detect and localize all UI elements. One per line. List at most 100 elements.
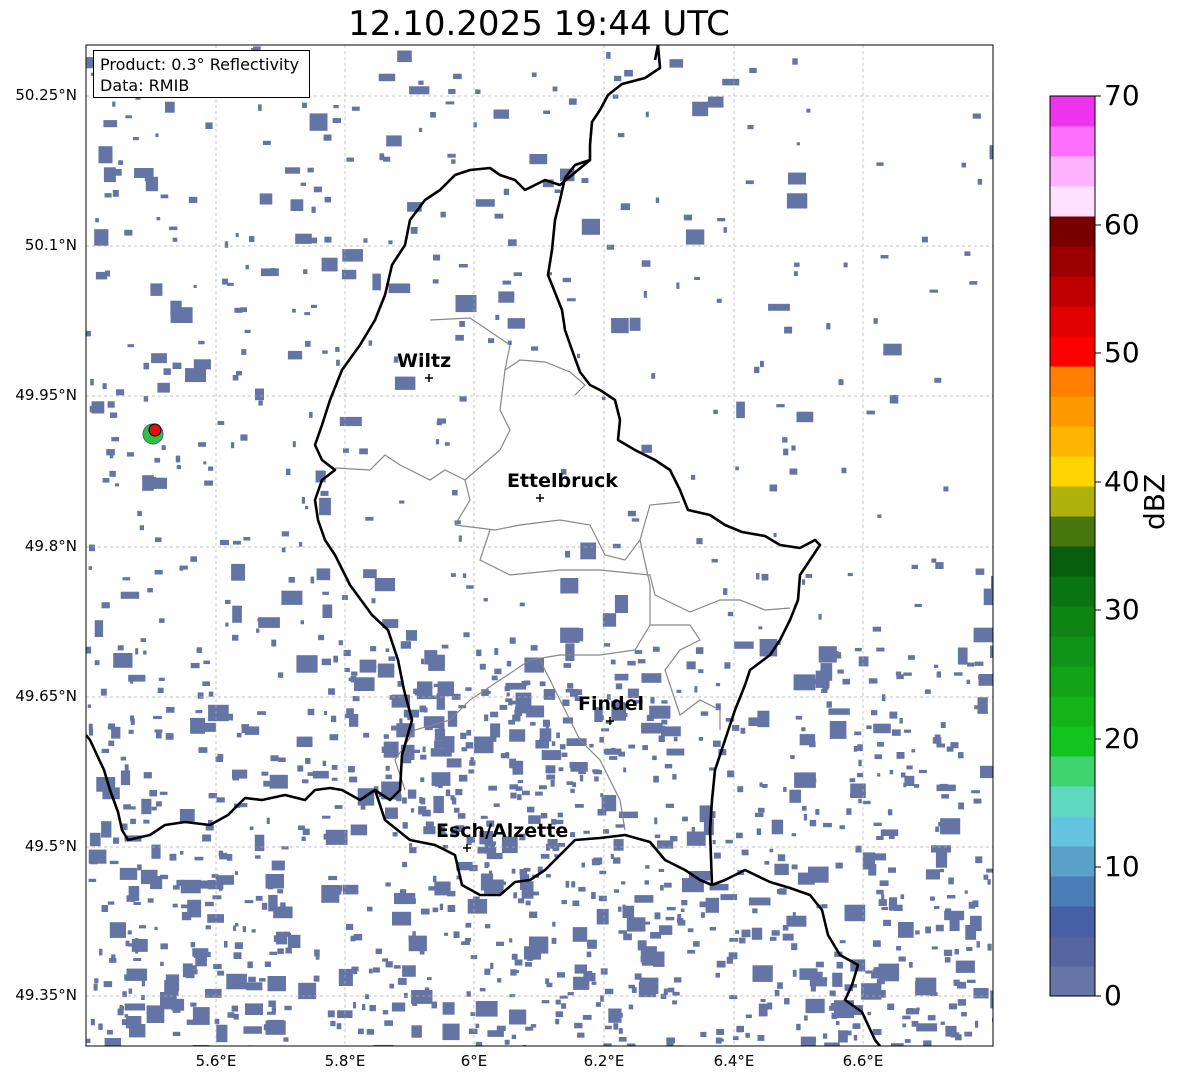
echo-cell [370, 646, 377, 652]
echo-cell [983, 588, 993, 606]
echo-cell [687, 949, 696, 954]
echo-cell [265, 1020, 286, 1035]
echo-cell [418, 80, 424, 85]
echo-cell [878, 963, 900, 982]
echo-cell [130, 818, 136, 825]
echo-cell [973, 627, 993, 643]
echo-cell [525, 900, 531, 906]
echo-cell [366, 1029, 374, 1035]
echo-cell [653, 775, 659, 783]
echo-cell [234, 307, 243, 313]
echo-cell [958, 802, 964, 810]
echo-cell [826, 701, 832, 708]
echo-cell [618, 1037, 627, 1042]
echo-cell [498, 291, 515, 303]
lat-tick-label: 49.65°N [15, 687, 77, 705]
echo-cell [190, 942, 196, 948]
echo-cell [906, 765, 913, 770]
echo-cell [936, 784, 956, 792]
echo-cell [720, 1038, 724, 1042]
echo-cell [338, 968, 353, 986]
echo-cell [591, 981, 597, 985]
echo-cell [193, 359, 211, 370]
echo-cell [112, 101, 116, 107]
echo-cell [437, 681, 454, 697]
echo-cell [735, 466, 739, 471]
echo-cell [972, 113, 981, 119]
echo-cell [518, 898, 525, 904]
echo-cell [412, 931, 416, 939]
echo-cell [577, 353, 580, 359]
echo-cell [881, 907, 889, 911]
echo-cell [836, 981, 841, 987]
colorbar-segment [1050, 216, 1095, 247]
colorbar-segment [1050, 126, 1095, 157]
echo-cell [86, 330, 91, 337]
echo-cell [479, 988, 486, 992]
map-background [86, 45, 993, 1046]
echo-cell [328, 688, 335, 695]
echo-cell [156, 801, 162, 807]
echo-cell [114, 483, 120, 487]
echo-cell [911, 564, 918, 569]
lon-tick-label: 5.8°E [324, 1052, 366, 1070]
echo-cell [107, 901, 115, 905]
echo-cell [381, 746, 390, 753]
echo-cell [188, 965, 197, 970]
echo-cell [120, 591, 140, 599]
echo-cell [724, 662, 731, 669]
colorbar-segment [1050, 816, 1095, 847]
colorbar-segment [1050, 276, 1095, 307]
echo-cell [300, 620, 304, 625]
echo-cell [313, 975, 320, 982]
echo-cell [819, 977, 828, 982]
echo-cell [261, 902, 268, 910]
echo-cell [934, 734, 941, 738]
echo-cell [466, 729, 472, 736]
echo-cell [527, 806, 535, 813]
echo-cell [490, 711, 499, 718]
echo-cell [872, 626, 882, 632]
echo-cell [694, 276, 701, 280]
echo-cell [539, 738, 544, 743]
echo-cell [132, 940, 147, 951]
echo-cell [581, 862, 585, 868]
echo-cell [646, 714, 654, 721]
echo-cell [673, 736, 678, 742]
echo-cell [271, 1007, 276, 1013]
echo-cell [202, 834, 212, 842]
echo-cell [141, 980, 145, 987]
echo-cell [896, 946, 902, 951]
echo-cell [94, 229, 109, 246]
echo-cell [175, 455, 181, 463]
echo-cell [715, 972, 720, 978]
echo-cell [192, 948, 209, 957]
echo-cell [321, 257, 338, 272]
echo-cell [160, 943, 168, 950]
echo-cell [176, 879, 184, 886]
echo-cell [382, 1010, 389, 1015]
echo-cell [334, 805, 343, 809]
echo-cell [627, 510, 636, 517]
echo-cell [214, 1018, 220, 1025]
echo-cell [627, 660, 636, 666]
echo-cell [934, 906, 940, 909]
echo-cell [720, 894, 738, 901]
echo-cell [504, 1039, 510, 1045]
echo-cell [889, 897, 898, 911]
echo-cell [468, 769, 475, 774]
echo-cell [476, 649, 482, 657]
echo-cell [428, 654, 445, 671]
echo-cell [792, 969, 797, 977]
echo-cell [935, 850, 948, 868]
echo-cell [125, 115, 132, 119]
echo-cell [428, 886, 437, 891]
lat-tick-label: 50.25°N [15, 86, 77, 104]
echo-cell [531, 891, 540, 895]
echo-cell [760, 360, 764, 368]
echo-cell [586, 951, 592, 958]
echo-cell [740, 727, 746, 734]
echo-cell [433, 254, 441, 261]
echo-cell [86, 1038, 91, 1043]
echo-cell [944, 957, 951, 963]
